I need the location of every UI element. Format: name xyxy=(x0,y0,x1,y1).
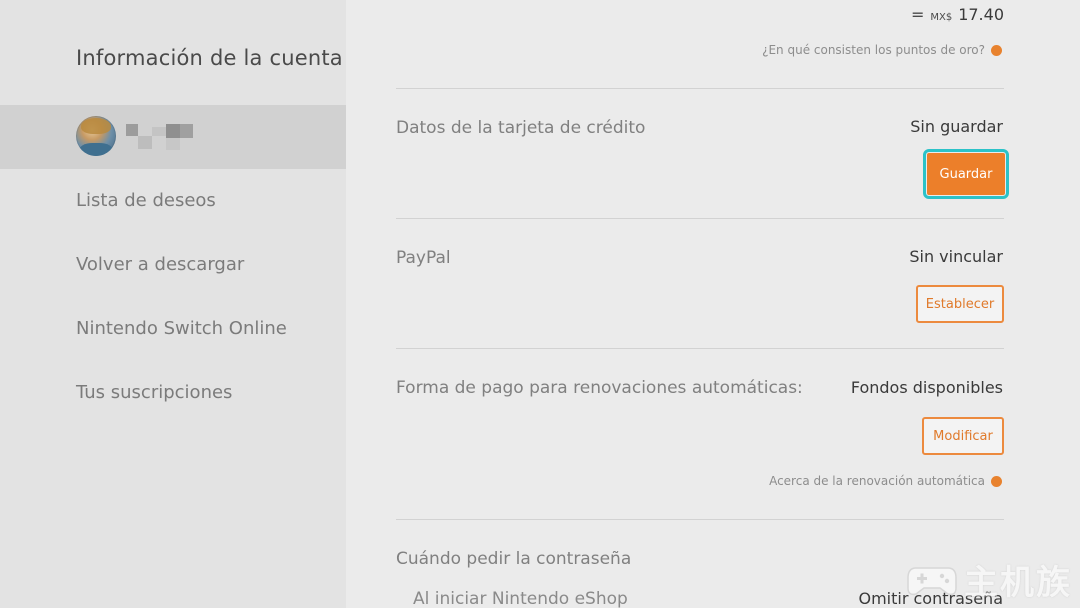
main-content: = MX$ 17.40 ¿En qué consisten los puntos… xyxy=(346,0,1080,608)
credit-card-label: Datos de la tarjeta de crédito xyxy=(396,118,646,138)
auto-renewal-label: Forma de pago para renovaciones automáti… xyxy=(396,378,803,398)
info-icon xyxy=(991,44,1002,56)
info-icon xyxy=(991,475,1002,487)
gold-points-info-link[interactable]: ¿En qué consisten los puntos de oro? xyxy=(762,43,1002,57)
balance-currency: MX$ xyxy=(930,12,953,23)
auto-renewal-info-text: Acerca de la renovación automática xyxy=(769,474,985,488)
credit-card-status: Sin guardar xyxy=(910,117,1003,136)
balance-equals: = xyxy=(910,5,925,24)
sidebar-item-wishlist[interactable]: Lista de deseos xyxy=(76,190,216,211)
password-eshop-label: Al iniciar Nintendo eShop xyxy=(413,589,628,608)
sidebar-item-nintendo-switch-online[interactable]: Nintendo Switch Online xyxy=(76,318,287,339)
sidebar-item-subscriptions[interactable]: Tus suscripciones xyxy=(76,382,232,403)
watermark-text: 主机族 xyxy=(964,563,1072,603)
gold-points-info-text: ¿En qué consisten los puntos de oro? xyxy=(762,43,985,57)
gamepad-icon xyxy=(907,566,957,595)
password-prompt-label: Cuándo pedir la contraseña xyxy=(396,549,632,569)
sidebar-item-redownload[interactable]: Volver a descargar xyxy=(76,254,244,275)
auto-renewal-status: Fondos disponibles xyxy=(850,378,1003,397)
watermark: 主机族 xyxy=(906,555,1072,604)
divider xyxy=(396,218,1004,219)
link-paypal-button[interactable]: Establecer xyxy=(916,285,1004,323)
gold-points-balance: = MX$ 17.40 xyxy=(911,5,1004,24)
auto-renewal-info-link[interactable]: Acerca de la renovación automática xyxy=(769,474,1002,488)
divider xyxy=(396,519,1004,520)
avatar xyxy=(76,116,116,156)
divider xyxy=(396,88,1004,89)
divider xyxy=(396,348,1004,349)
profile-row[interactable] xyxy=(0,105,346,169)
modify-auto-renewal-button[interactable]: Modificar xyxy=(922,417,1004,455)
eshop-account-screen: Información de la cuenta Lista de deseos… xyxy=(0,0,1080,608)
sidebar: Información de la cuenta Lista de deseos… xyxy=(0,0,346,608)
save-credit-card-button[interactable]: Guardar xyxy=(923,149,1009,199)
sidebar-title: Información de la cuenta xyxy=(76,46,343,70)
balance-amount: 17.40 xyxy=(958,5,1004,24)
paypal-status: Sin vincular xyxy=(909,247,1003,266)
paypal-label: PayPal xyxy=(396,248,451,268)
